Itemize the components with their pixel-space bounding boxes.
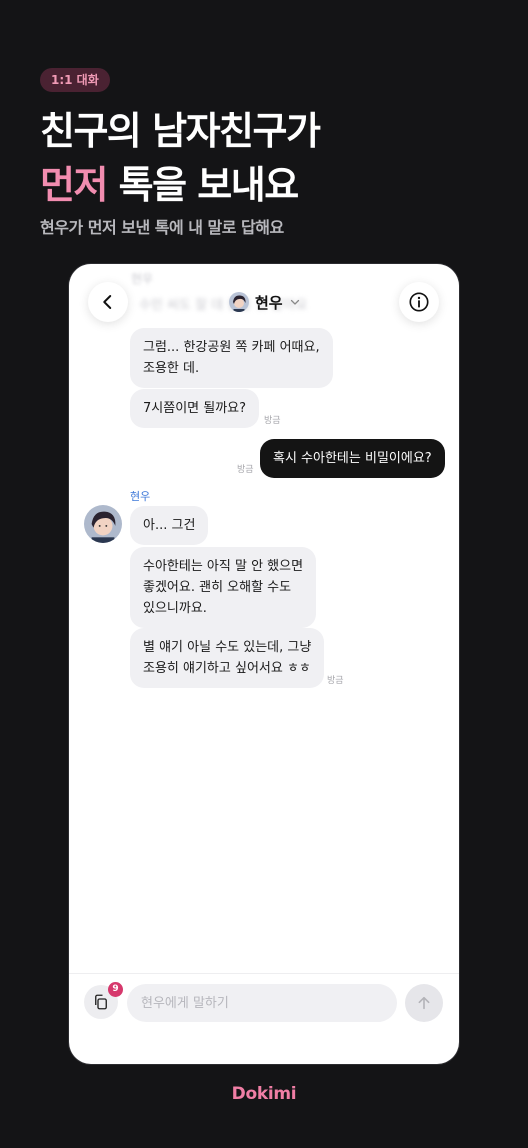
chat-title: 현우	[255, 293, 283, 312]
headline: 친구의 남자친구가 먼저 톡을 보내요	[40, 104, 321, 212]
phone-mockup: 현우 수민 씨도 잘 데 좋을 것 같아요 현우 그럼... 한강공원 쪽 카페…	[69, 264, 459, 1064]
avatar	[229, 292, 249, 312]
headline-line-2-rest: 톡을 보내요	[118, 163, 300, 207]
chat-header: 현우 수민 씨도 잘 데 좋을 것 같아요 현우	[69, 264, 459, 336]
chevron-down-icon	[290, 299, 299, 305]
message-text-line: 조용한 데.	[143, 361, 200, 376]
info-button[interactable]	[399, 282, 439, 322]
message-text-line: 별 얘기 아닐 수도 있는데, 그냥	[143, 640, 312, 655]
copy-count-badge: 9	[108, 982, 123, 997]
message-bubble: 7시쯤이면 될까요?	[130, 389, 260, 428]
my-message-bubble: 혹시 수아한테는 비밀이에요?	[260, 439, 445, 478]
subheadline: 현우가 먼저 보낸 톡에 내 말로 답해요	[40, 218, 284, 237]
copy-icon	[95, 994, 107, 1010]
brand-logo: Dokimi	[231, 1084, 297, 1104]
message-time: 방금	[264, 416, 281, 426]
message-input[interactable]	[127, 984, 397, 1022]
message-bubble: 별 얘기 아닐 수도 있는데, 그냥 조용히 얘기하고 싶어서요 ㅎㅎ	[130, 628, 325, 688]
message-text-line: 수아한테는 아직 말 안 했으면	[143, 559, 304, 574]
back-button[interactable]	[88, 282, 128, 322]
headline-line-2: 먼저 톡을 보내요	[40, 158, 319, 212]
sender-avatar[interactable]	[84, 505, 122, 543]
sender-name: 현우	[130, 490, 151, 503]
faded-sender-name: 현우	[131, 272, 154, 286]
headline-line-1: 친구의 남자친구가	[40, 109, 321, 153]
message-time: 방금	[237, 465, 254, 475]
send-button[interactable]	[405, 984, 443, 1022]
message-bubble: 수아한테는 아직 말 안 했으면 좋겠어요. 괜히 오해할 수도 있으니까요.	[130, 547, 317, 628]
message-text-line: 좋겠어요. 괜히 오해할 수도	[143, 580, 292, 595]
headline-highlight: 먼저	[40, 163, 108, 207]
message-text-line: 조용히 얘기하고 싶어서요 ㅎㅎ	[143, 661, 311, 676]
chevron-left-icon	[103, 295, 112, 309]
input-divider	[69, 973, 459, 974]
chat-title-dropdown[interactable]: 현우	[229, 290, 301, 314]
arrow-up-icon	[418, 996, 430, 1010]
message-time: 방금	[327, 676, 344, 686]
info-icon	[409, 292, 429, 312]
message-text-line: 그럼... 한강공원 쪽 카페 어때요,	[143, 340, 320, 355]
message-bubble: 아... 그건	[130, 506, 209, 545]
message-bubble: 그럼... 한강공원 쪽 카페 어때요, 조용한 데.	[130, 328, 333, 388]
category-badge: 1:1 대화	[40, 68, 110, 92]
message-text-line: 있으니까요.	[143, 601, 207, 616]
